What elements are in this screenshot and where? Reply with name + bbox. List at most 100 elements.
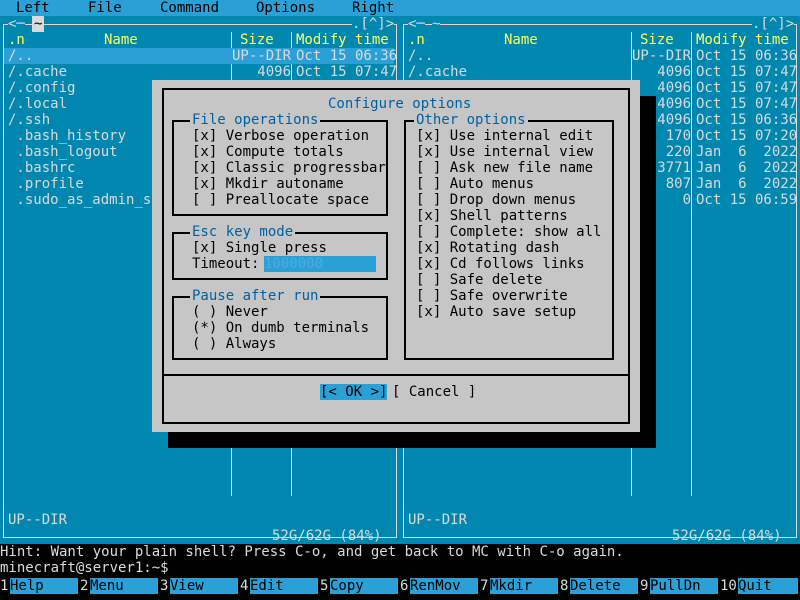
fkey-quit[interactable]: 10 Quit — [720, 576, 800, 600]
right-col-mtime[interactable]: Modify time — [696, 32, 789, 48]
file-op-option[interactable]: [ ] Preallocate space — [192, 192, 369, 208]
other-mark: [ ] — [416, 176, 450, 192]
file-op-label: Verbose operation — [225, 128, 370, 144]
esc-single-press-label: Single press — [225, 240, 327, 256]
other-option[interactable]: [x] Use internal view — [416, 144, 593, 160]
other-mark: [ ] — [416, 288, 450, 304]
left-file-name: .profile — [8, 176, 84, 192]
other-label: Ask new file name — [449, 160, 594, 176]
other-option[interactable]: [x] Shell patterns — [416, 208, 568, 224]
menu-options[interactable]: Options — [256, 0, 315, 16]
menu-command[interactable]: Command — [160, 0, 219, 16]
button-separator — [164, 374, 628, 376]
fkey-label: Help — [10, 578, 78, 594]
fkey-label: PullDn — [650, 578, 718, 594]
pause-option[interactable]: ( ) Never — [192, 304, 268, 320]
other-option[interactable]: [ ] Auto menus — [416, 176, 534, 192]
other-option[interactable]: [ ] Safe delete — [416, 272, 542, 288]
fkey-label: Delete — [570, 578, 638, 594]
right-file-size: UP--DIR — [632, 48, 692, 64]
left-panel-corner[interactable]: .[^]> — [352, 16, 395, 32]
right-status: UP--DIR — [408, 512, 468, 528]
esc-single-press-mark: [x] — [192, 240, 218, 256]
file-op-mark: [ ] — [192, 192, 226, 208]
file-op-option[interactable]: [x] Mkdir autoname — [192, 176, 344, 192]
fkey-label: View — [170, 578, 238, 594]
left-col-size[interactable]: Size — [240, 32, 274, 48]
fkey-view[interactable]: 3 View — [160, 576, 240, 600]
left-file-name: .sudo_as_admin_su — [8, 192, 160, 208]
right-file-mtime: Oct 15 06:36 — [696, 112, 798, 128]
pause-option[interactable]: (*) On dumb terminals — [192, 320, 369, 336]
file-op-label: Classic progressbar — [225, 160, 386, 176]
other-option[interactable]: [ ] Complete: show all — [416, 224, 601, 240]
other-option[interactable]: [x] Cd follows links — [416, 256, 585, 272]
right-panel-corner[interactable]: .[^]> — [752, 16, 795, 32]
left-panel-history-arrow[interactable]: <─ — [8, 16, 25, 32]
other-option[interactable]: [ ] Ask new file name — [416, 160, 593, 176]
fkey-help[interactable]: 1 Help — [0, 576, 80, 600]
left-disk-usage: 52G/62G (84%) — [272, 528, 382, 544]
cancel-button[interactable]: [ Cancel ] — [392, 384, 476, 400]
right-file-row[interactable]: /.. UP--DIR Oct 15 06:36 — [400, 48, 800, 64]
left-col-mtime[interactable]: Modify time — [296, 32, 389, 48]
other-label: Shell patterns — [449, 208, 568, 224]
other-option[interactable]: [x] Use internal edit — [416, 128, 593, 144]
fkey-delete[interactable]: 8 Delete — [560, 576, 640, 600]
menu-right[interactable]: Right — [352, 0, 394, 16]
pause-mark: ( ) — [192, 336, 226, 352]
fkey-number: 10 — [720, 578, 737, 594]
other-label: Safe overwrite — [449, 288, 568, 304]
fkey-renmov[interactable]: 6 RenMov — [400, 576, 480, 600]
file-op-mark: [x] — [192, 176, 226, 192]
file-op-option[interactable]: [x] Verbose operation — [192, 128, 369, 144]
fkey-copy[interactable]: 5 Copy — [320, 576, 400, 600]
left-file-name: .bash_logout — [8, 144, 118, 160]
right-col-name[interactable]: Name — [504, 32, 538, 48]
other-label: Drop down menus — [449, 192, 577, 208]
right-file-name: /.cache — [408, 64, 468, 80]
pause-label: Always — [225, 336, 277, 352]
other-mark: [x] — [416, 240, 450, 256]
fkey-number: 6 — [400, 578, 409, 594]
right-panel-history-arrow[interactable]: <─ — [408, 16, 425, 32]
configure-options-dialog: Configure options File operations [x] Ve… — [152, 80, 640, 432]
fkey-number: 8 — [560, 578, 569, 594]
right-file-mtime: Jan 6 2022 — [696, 144, 798, 160]
menu-file[interactable]: File — [88, 0, 122, 16]
right-file-row[interactable]: /.cache 4096 Oct 15 07:47 — [400, 64, 800, 80]
shell-prompt[interactable]: minecraft@server1:~$ — [0, 560, 800, 576]
file-op-mark: [x] — [192, 160, 226, 176]
left-sort-indicator[interactable]: .n — [8, 32, 25, 48]
timeout-input[interactable]: 1000000 — [264, 256, 376, 272]
other-option[interactable]: [x] Auto save setup — [416, 304, 576, 320]
fkey-menu[interactable]: 2 Menu — [80, 576, 160, 600]
menu-left[interactable]: Left — [16, 0, 50, 16]
left-file-row[interactable]: /.cache 4096 Oct 15 07:47 — [0, 64, 400, 80]
esc-key-mode-legend: Esc key mode — [190, 224, 296, 240]
left-col-name[interactable]: Name — [104, 32, 138, 48]
file-operations-legend: File operations — [190, 112, 321, 128]
file-op-option[interactable]: [x] Compute totals — [192, 144, 344, 160]
pause-option[interactable]: ( ) Always — [192, 336, 276, 352]
esc-single-press-checkbox[interactable]: [x] Single press — [192, 240, 327, 256]
pause-label: On dumb terminals — [225, 320, 370, 336]
right-col-size[interactable]: Size — [640, 32, 674, 48]
ok-button[interactable]: [< OK >] — [320, 384, 388, 400]
left-file-row[interactable]: /.. UP--DIR Oct 15 06:36 — [0, 48, 400, 64]
file-op-option[interactable]: [x] Classic progressbar — [192, 160, 386, 176]
fkey-pulldn[interactable]: 9 PullDn — [640, 576, 720, 600]
left-file-size: 4096 — [232, 64, 292, 80]
right-sort-indicator[interactable]: .n — [408, 32, 425, 48]
fkey-mkdir[interactable]: 7 Mkdir — [480, 576, 560, 600]
timeout-label: Timeout: — [192, 256, 260, 272]
file-op-mark: [x] — [192, 144, 226, 160]
other-option[interactable]: [ ] Safe overwrite — [416, 288, 568, 304]
other-option[interactable]: [x] Rotating dash — [416, 240, 559, 256]
file-op-mark: [x] — [192, 128, 226, 144]
other-option[interactable]: [ ] Drop down menus — [416, 192, 576, 208]
fkey-edit[interactable]: 4 Edit — [240, 576, 320, 600]
other-label: Safe delete — [449, 272, 543, 288]
pause-label: Never — [225, 304, 268, 320]
left-file-name: /.local — [8, 96, 68, 112]
